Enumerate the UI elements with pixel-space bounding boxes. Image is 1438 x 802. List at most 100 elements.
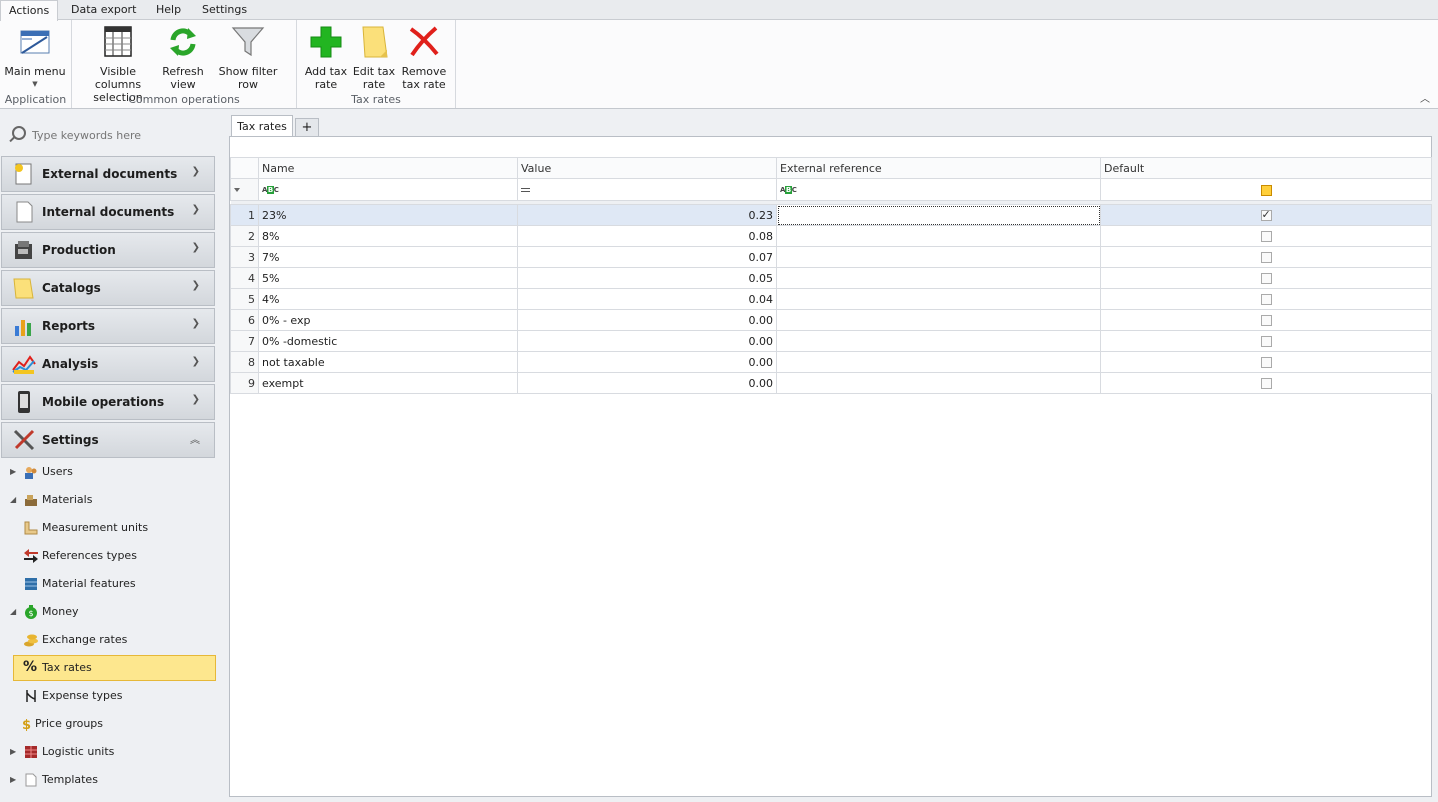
table-row[interactable]: 4 5% 0.05 (230, 267, 1432, 289)
column-header-value[interactable]: Value (517, 157, 777, 179)
cell-name[interactable]: 0% - exp (258, 309, 518, 331)
table-row[interactable]: 3 7% 0.07 (230, 246, 1432, 268)
tab-tax-rates[interactable]: Tax rates (231, 115, 293, 137)
filter-cell-value[interactable] (517, 178, 777, 201)
tree-item-materials[interactable]: ◢ Materials (10, 489, 210, 511)
filter-cell-name[interactable]: ABC (258, 178, 518, 201)
table-row[interactable]: 6 0% - exp 0.00 (230, 309, 1432, 331)
tree-item-price-groups[interactable]: $ Price groups (20, 713, 214, 735)
chevron-down-icon: ❯ (191, 242, 200, 253)
column-header-name[interactable]: Name (258, 157, 518, 179)
default-checkbox[interactable] (1260, 208, 1272, 221)
tree-item-exchange-rates[interactable]: Exchange rates (24, 629, 214, 651)
nav-section-analysis[interactable]: Analysis ❯ (1, 346, 215, 382)
tree-item-users[interactable]: ▶ Users (10, 461, 210, 483)
cell-value[interactable]: 0.08 (517, 225, 777, 247)
filter-row: ABC ABC (230, 178, 1432, 201)
tree-item-expense-types[interactable]: Expense types (24, 685, 214, 707)
filter-cell-external-reference[interactable]: ABC (776, 178, 1101, 201)
cell-external-reference[interactable] (776, 246, 1101, 268)
cell-name[interactable]: 4% (258, 288, 518, 310)
tree-item-material-features[interactable]: Material features (24, 573, 214, 595)
cell-default[interactable] (1100, 351, 1432, 373)
cell-default[interactable] (1100, 267, 1432, 289)
nav-section-reports[interactable]: Reports ❯ (1, 308, 215, 344)
filter-cell-default[interactable] (1100, 178, 1432, 201)
nav-section-external-documents[interactable]: External documents ❯ (1, 156, 215, 192)
main-menu-button[interactable]: Main menu ▼ (4, 24, 66, 91)
show-filter-row-button[interactable]: Show filter row (210, 24, 286, 91)
tree-item-references-types[interactable]: References types (24, 545, 214, 567)
visible-columns-button[interactable]: Visible columns selection (80, 24, 156, 104)
default-checkbox[interactable] (1260, 357, 1272, 368)
cell-default[interactable] (1100, 246, 1432, 268)
refresh-view-button[interactable]: Refresh view (160, 24, 206, 91)
table-row[interactable]: 1 23% 0.23 (230, 204, 1432, 226)
tab-actions[interactable]: Actions (0, 0, 59, 21)
nav-section-production[interactable]: Production ❯ (1, 232, 215, 268)
cell-default[interactable] (1100, 372, 1432, 394)
tree-item-money[interactable]: ◢ $ Money (10, 601, 210, 623)
cell-name[interactable]: 23% (258, 204, 518, 226)
cell-name[interactable]: 5% (258, 267, 518, 289)
default-checkbox[interactable] (1260, 336, 1272, 347)
tree-item-measurement-units[interactable]: Measurement units (24, 517, 214, 539)
search-input[interactable] (32, 125, 212, 145)
default-checkbox[interactable] (1260, 294, 1272, 305)
default-checkbox[interactable] (1260, 378, 1272, 389)
collapse-ribbon-icon[interactable]: ︿ (1420, 90, 1430, 105)
nav-section-internal-documents[interactable]: Internal documents ❯ (1, 194, 215, 230)
cell-external-reference[interactable] (776, 267, 1101, 289)
tree-item-templates[interactable]: ▶ Templates (10, 769, 210, 791)
table-row[interactable]: 9 exempt 0.00 (230, 372, 1432, 394)
add-tax-rate-button[interactable]: Add tax rate (303, 24, 349, 91)
tab-settings[interactable]: Settings (194, 0, 255, 20)
cell-value[interactable]: 0.05 (517, 267, 777, 289)
nav-section-settings[interactable]: Settings ︾ (1, 422, 215, 458)
cell-default[interactable] (1100, 330, 1432, 352)
cell-external-reference[interactable] (776, 330, 1101, 352)
cell-external-reference[interactable] (776, 288, 1101, 310)
default-checkbox[interactable] (1260, 273, 1272, 284)
cell-value[interactable]: 0.04 (517, 288, 777, 310)
cell-name[interactable]: exempt (258, 372, 518, 394)
add-tab-button[interactable]: + (295, 118, 319, 137)
cell-name[interactable]: 0% -domestic (258, 330, 518, 352)
cell-external-reference[interactable] (776, 351, 1101, 373)
default-checkbox[interactable] (1260, 315, 1272, 326)
table-row[interactable]: 7 0% -domestic 0.00 (230, 330, 1432, 352)
cell-default[interactable] (1100, 225, 1432, 247)
default-checkbox[interactable] (1260, 252, 1272, 263)
table-row[interactable]: 5 4% 0.04 (230, 288, 1432, 310)
cell-external-reference[interactable] (776, 309, 1101, 331)
cell-name[interactable]: 7% (258, 246, 518, 268)
cell-default[interactable] (1100, 309, 1432, 331)
default-checkbox[interactable] (1260, 231, 1272, 242)
column-header-external-reference[interactable]: External reference (776, 157, 1101, 179)
nav-section-catalogs[interactable]: Catalogs ❯ (1, 270, 215, 306)
tab-data-export[interactable]: Data export (63, 0, 144, 20)
cell-value[interactable]: 0.00 (517, 309, 777, 331)
cell-value[interactable]: 0.00 (517, 372, 777, 394)
equals-filter-icon (521, 188, 530, 192)
cell-external-reference[interactable] (776, 204, 1101, 226)
tree-item-tax-rates[interactable]: % Tax rates (13, 655, 216, 681)
cell-external-reference[interactable] (776, 225, 1101, 247)
tree-item-logistic-units[interactable]: ▶ Logistic units (10, 741, 210, 763)
nav-section-mobile-operations[interactable]: Mobile operations ❯ (1, 384, 215, 420)
tab-help[interactable]: Help (148, 0, 189, 20)
remove-tax-rate-button[interactable]: Remove tax rate (399, 24, 449, 91)
cell-external-reference[interactable] (776, 372, 1101, 394)
column-header-default[interactable]: Default (1100, 157, 1432, 179)
cell-value[interactable]: 0.23 (517, 204, 777, 226)
edit-tax-rate-button[interactable]: Edit tax rate (351, 24, 397, 91)
cell-name[interactable]: 8% (258, 225, 518, 247)
cell-name[interactable]: not taxable (258, 351, 518, 373)
cell-value[interactable]: 0.00 (517, 330, 777, 352)
cell-default[interactable] (1100, 288, 1432, 310)
table-row[interactable]: 2 8% 0.08 (230, 225, 1432, 247)
table-row[interactable]: 8 not taxable 0.00 (230, 351, 1432, 373)
cell-value[interactable]: 0.00 (517, 351, 777, 373)
cell-default[interactable] (1100, 204, 1432, 226)
cell-value[interactable]: 0.07 (517, 246, 777, 268)
